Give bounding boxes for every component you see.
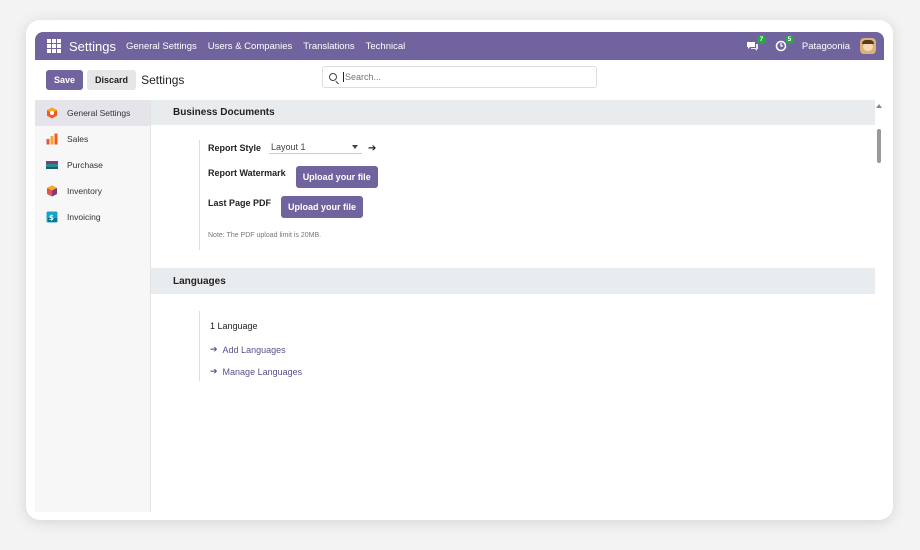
menu-users-companies[interactable]: Users & Companies <box>208 41 292 52</box>
manage-languages-link[interactable]: ➔ Manage Languages <box>210 366 302 377</box>
sidebar-item-label: Sales <box>67 134 89 144</box>
sidebar-item-label: General Settings <box>67 108 131 118</box>
page-title: Settings <box>141 73 185 87</box>
sidebar-item-inventory[interactable]: Inventory <box>35 178 150 204</box>
search-input[interactable] <box>343 72 543 82</box>
upload-watermark-button[interactable]: Upload your file <box>295 166 378 188</box>
discard-button[interactable]: Discard <box>87 70 137 90</box>
arrow-right-icon: ➔ <box>210 366 218 376</box>
settings-sidebar: General Settings Sales Purchase Inventor… <box>35 100 151 512</box>
report-watermark-row: Report Watermark Upload your file <box>208 166 378 188</box>
sidebar-item-label: Inventory <box>67 186 102 196</box>
top-navbar: Settings General Settings Users & Compan… <box>35 32 884 60</box>
invoicing-icon: $ <box>46 211 58 223</box>
search-box[interactable] <box>322 66 597 88</box>
last-page-pdf-label: Last Page PDF <box>208 197 272 208</box>
sidebar-item-invoicing[interactable]: $ Invoicing <box>35 204 150 230</box>
settings-content: Business Documents Report Style Layout 1… <box>151 100 875 512</box>
report-style-row: Report Style Layout 1 ➔ <box>208 142 376 154</box>
sidebar-item-purchase[interactable]: Purchase <box>35 152 150 178</box>
inventory-icon <box>47 185 57 197</box>
chevron-down-icon <box>352 145 359 149</box>
general-settings-icon <box>47 107 57 119</box>
languages-block: 1 Language ➔ Add Languages ➔ Manage Lang… <box>199 311 875 381</box>
section-business-documents: Business Documents <box>151 100 875 125</box>
report-watermark-label: Report Watermark <box>208 167 286 178</box>
brand-title[interactable]: Settings <box>69 39 116 54</box>
app-window: Settings General Settings Users & Compan… <box>26 20 893 520</box>
save-button[interactable]: Save <box>46 70 84 90</box>
sidebar-item-general-settings[interactable]: General Settings <box>35 100 150 126</box>
business-documents-block: Report Style Layout 1 ➔ Report Watermark… <box>199 140 875 250</box>
report-style-label: Report Style <box>208 143 262 153</box>
report-style-value: Layout 1 <box>271 142 306 152</box>
arrow-right-icon: ➔ <box>210 344 218 354</box>
svg-text:$: $ <box>49 214 54 222</box>
sidebar-item-label: Invoicing <box>67 212 101 222</box>
menu-technical[interactable]: Technical <box>366 41 406 52</box>
scroll-up-icon[interactable] <box>876 104 882 108</box>
add-languages-link[interactable]: ➔ Add Languages <box>210 344 286 355</box>
scroll-thumb[interactable] <box>877 129 881 163</box>
search-icon <box>329 73 337 81</box>
activities-badge: 5 <box>784 35 794 44</box>
messages-icon[interactable]: 7 <box>746 35 766 53</box>
menu-general-settings[interactable]: General Settings <box>126 41 197 52</box>
control-panel: Save Discard Settings <box>35 60 884 100</box>
open-layout-arrow-icon[interactable]: ➔ <box>368 143 376 154</box>
language-count: 1 Language <box>210 321 258 331</box>
user-avatar[interactable] <box>860 38 876 54</box>
sales-icon <box>46 133 58 145</box>
add-languages-label: Add Languages <box>222 344 286 355</box>
messages-badge: 7 <box>756 35 766 44</box>
report-style-select[interactable]: Layout 1 <box>269 142 363 154</box>
sidebar-item-sales[interactable]: Sales <box>35 126 150 152</box>
app-menu-icon[interactable] <box>47 39 61 53</box>
last-page-pdf-row: Last Page PDF Upload your file <box>208 196 364 218</box>
section-languages: Languages <box>151 268 875 294</box>
manage-languages-label: Manage Languages <box>222 366 303 377</box>
vertical-scrollbar[interactable] <box>876 104 882 512</box>
activities-icon[interactable]: 5 <box>774 35 794 53</box>
pdf-limit-note: Note: The PDF upload limit is 20MB. <box>208 232 322 239</box>
upload-pdf-button[interactable]: Upload your file <box>281 196 364 218</box>
sidebar-item-label: Purchase <box>67 160 103 170</box>
company-switcher[interactable]: Patagoonia <box>802 41 850 52</box>
menu-translations[interactable]: Translations <box>303 41 354 52</box>
purchase-icon <box>46 161 58 169</box>
